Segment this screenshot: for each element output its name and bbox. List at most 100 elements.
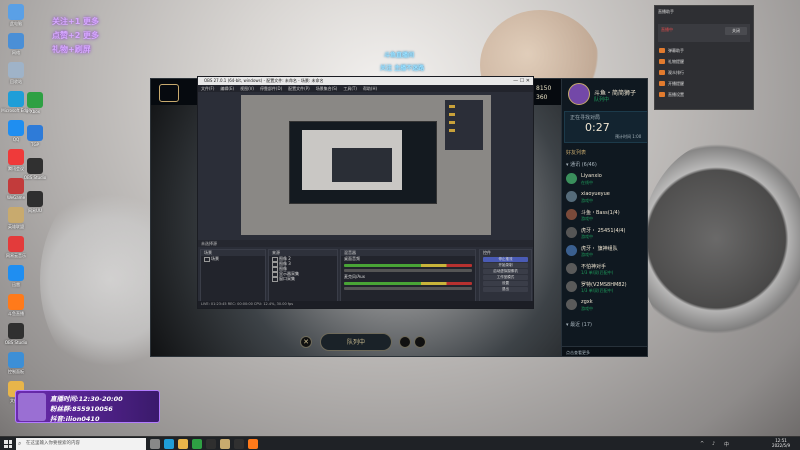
desktop-icon[interactable]: OBS Studio xyxy=(22,158,48,180)
wegame-icon[interactable] xyxy=(206,439,216,449)
friend-item[interactable]: 斗鱼・Bass(1/4) 游戏中 xyxy=(566,207,646,223)
menu-item[interactable]: 场景集合(S) xyxy=(316,85,338,92)
menu-item[interactable]: 帮助(H) xyxy=(363,85,377,92)
menu-item[interactable]: 配置文件(P) xyxy=(288,85,310,92)
friend-status: 1/3 单/双(匹配中) xyxy=(581,288,614,293)
lol-icon[interactable] xyxy=(220,439,230,449)
explorer-icon[interactable] xyxy=(178,439,188,449)
taskbar-search[interactable]: 在这里输入你要搜索的内容 xyxy=(16,438,146,450)
desktop-icon[interactable]: 控制面板 xyxy=(3,352,29,375)
app-icon xyxy=(27,158,43,174)
desktop-icon[interactable]: 网易UU xyxy=(22,191,48,214)
tray-up-arrow-icon[interactable]: ^ xyxy=(700,441,704,447)
friend-item[interactable]: 不怕神对手 1/3 单/双(匹配中) xyxy=(566,261,646,277)
friend-item[interactable]: Liyanxio 在线中 xyxy=(566,171,646,187)
menu-item[interactable]: 视图(V) xyxy=(240,85,254,92)
desktop-icon[interactable]: 迅雷 xyxy=(3,265,29,288)
audio-meter xyxy=(344,264,472,267)
friend-item[interactable]: 虎牙・ 25451(4/4) 游戏中 xyxy=(566,225,646,241)
avatar xyxy=(566,227,577,238)
volume-slider[interactable] xyxy=(344,287,472,290)
overlay-line: 礼物+刷屏 xyxy=(52,45,91,54)
desktop-icon-label: QQ xyxy=(12,137,20,142)
desktop-icon-label: 斗鱼直播 xyxy=(8,311,24,316)
avatar[interactable] xyxy=(568,83,590,105)
chat-icon[interactable] xyxy=(399,336,411,348)
edge-icon[interactable] xyxy=(164,439,174,449)
queue-button[interactable]: 队列中 xyxy=(320,333,392,351)
app-icon xyxy=(8,323,24,339)
desktop-icon-label: TGP xyxy=(31,142,39,147)
windows-start-icon[interactable] xyxy=(4,440,12,448)
window-controls[interactable]: — ☐ ✕ xyxy=(513,77,530,85)
panel-item[interactable]: 开播提醒 xyxy=(659,81,684,87)
desktop-icon-label: Xbox xyxy=(30,109,40,114)
recent-group-header[interactable]: ▾ 最近 (17) xyxy=(566,321,592,328)
obs-titlebar: OBS 27.0.1 (64-bit, windows) - 配置文件: 未命名… xyxy=(198,77,533,85)
control-button[interactable]: 开始录制 xyxy=(483,263,528,268)
obs-preview[interactable] xyxy=(241,95,491,235)
desktop-icon[interactable]: OBS Studio xyxy=(3,323,29,345)
douyu-icon[interactable] xyxy=(248,439,258,449)
live-status: 直播中 xyxy=(661,27,673,32)
desktop-icon[interactable]: 此电脑 xyxy=(3,4,29,27)
desktop-icon[interactable]: 斗鱼直播 xyxy=(3,294,29,317)
app-icon xyxy=(8,294,24,310)
desktop-icon[interactable]: TGP xyxy=(22,125,48,147)
control-button[interactable]: 停止推流 xyxy=(483,257,528,262)
desktop-icon[interactable]: 网络 xyxy=(3,33,29,56)
close-live-button[interactable]: 关闭 xyxy=(725,27,747,35)
app-icon xyxy=(8,352,24,368)
desktop-icon-label: OBS Studio xyxy=(4,340,28,345)
queue-time: 0:27 xyxy=(585,121,610,134)
friend-status: 游戏中 xyxy=(581,252,593,257)
menu-item[interactable]: 文件(F) xyxy=(201,85,214,92)
menu-item[interactable]: 编辑(E) xyxy=(220,85,234,92)
source-item[interactable]: 窗口采集 xyxy=(269,276,337,282)
avatar xyxy=(18,393,46,421)
friend-name: xiaoyueyue xyxy=(581,191,610,197)
friend-group-header[interactable]: ▾ 通讯 (6/46) xyxy=(566,161,597,168)
obs-menu-bar: 文件(F) 编辑(E) 视图(V) 停靠部件(D) 配置文件(P) 场景集合(S) 工具(T… xyxy=(198,85,533,92)
panel-item[interactable]: 礼物提醒 xyxy=(659,59,684,65)
control-button[interactable]: 工作室模式 xyxy=(483,275,528,280)
panel-item[interactable]: 直播设置 xyxy=(659,92,684,98)
obs-icon[interactable] xyxy=(234,439,244,449)
scene-item[interactable]: 场景 xyxy=(201,256,265,262)
input-method-icon[interactable]: 中 xyxy=(724,441,729,448)
desktop-icon[interactable]: Xbox xyxy=(22,92,48,114)
lol-logo-icon[interactable] xyxy=(159,84,179,102)
panel-item[interactable]: 弹幕助手 xyxy=(659,48,684,54)
friend-name: Liyanxio xyxy=(581,173,602,179)
menu-item[interactable]: 工具(T) xyxy=(343,85,357,92)
desktop-icon-label: 网易UU xyxy=(28,208,42,213)
panel-item[interactable]: 观众排行 xyxy=(659,70,684,76)
control-button[interactable]: 退出 xyxy=(483,287,528,292)
social-panel: 斗鱼・简简狮子 队列中 正在寻找对局 0:27 预计时间 1:00 好友列表 ▾… xyxy=(561,79,647,356)
friend-status: 游戏中 xyxy=(581,198,593,203)
friend-item[interactable]: 虎牙・ 旗神组队 游戏中 xyxy=(566,243,646,259)
taskbar-clock[interactable]: 12:51 2022/5/9 xyxy=(772,438,790,448)
desktop-icon-label: 回收站 xyxy=(10,79,22,84)
desktop-icon[interactable]: 回收站 xyxy=(3,62,29,85)
friend-item[interactable]: 罗特(V2MS8HM82) 1/3 单/双(匹配中) xyxy=(566,279,646,295)
app-icon xyxy=(27,125,43,141)
controls-dock: 控件 停止推流 开始录制 启动虚拟摄像机 工作室模式 设置 退出 xyxy=(479,249,532,302)
task-view-icon[interactable] xyxy=(150,439,160,449)
control-button[interactable]: 启动虚拟摄像机 xyxy=(483,269,528,274)
live-assistant-panel: 直播助手 直播中 关闭 弹幕助手 礼物提醒 观众排行 开播提醒 直播设置 xyxy=(654,5,754,110)
close-icon[interactable]: ✕ xyxy=(300,336,312,348)
desktop-icon-label: 此电脑 xyxy=(10,21,22,26)
desktop-icon[interactable]: 网易云音乐 xyxy=(3,236,29,259)
menu-item[interactable]: 停靠部件(D) xyxy=(260,85,282,92)
friend-name: 斗鱼・Bass(1/4) xyxy=(581,210,620,216)
avatar xyxy=(566,209,577,220)
preview-side-panel xyxy=(445,100,483,150)
volume-icon[interactable]: ♪ xyxy=(712,441,715,447)
friend-item[interactable]: zgxk 游戏中 xyxy=(566,297,646,313)
control-button[interactable]: 设置 xyxy=(483,281,528,286)
volume-slider[interactable] xyxy=(344,269,472,272)
xbox-icon[interactable] xyxy=(192,439,202,449)
settings-icon[interactable] xyxy=(414,336,426,348)
friend-item[interactable]: xiaoyueyue 游戏中 xyxy=(566,189,646,205)
